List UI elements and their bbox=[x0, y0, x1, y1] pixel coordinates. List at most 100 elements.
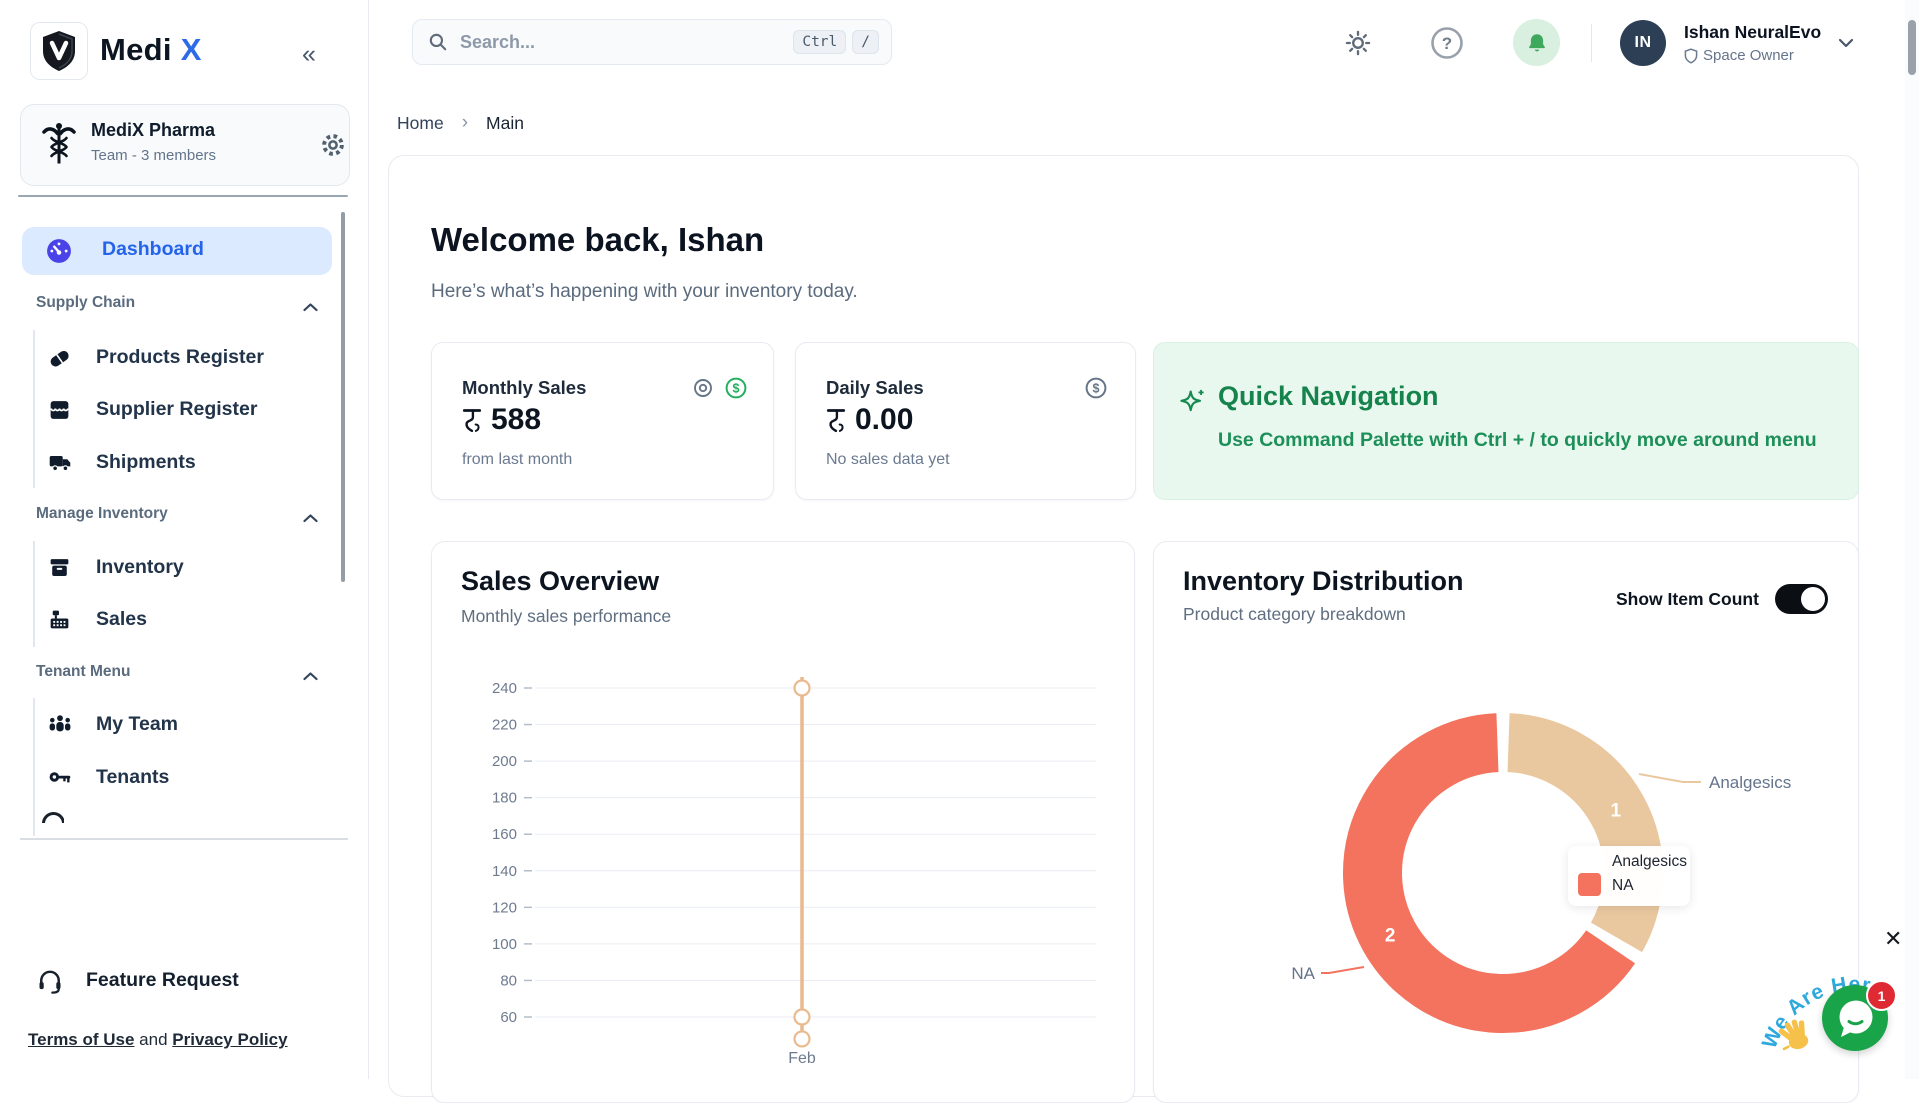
sidebar-collapse-button[interactable]: « bbox=[302, 40, 316, 69]
svg-text:NA: NA bbox=[1291, 964, 1315, 983]
svg-text:$: $ bbox=[1093, 381, 1100, 395]
legal-conjunction: and bbox=[134, 1030, 172, 1049]
stat-value: 588 bbox=[491, 407, 541, 433]
rupee-symbol bbox=[462, 407, 482, 433]
sidebar-item-sales[interactable]: Sales bbox=[46, 603, 147, 635]
role-shield-icon bbox=[1684, 48, 1698, 64]
sidebar-divider-top bbox=[18, 195, 348, 197]
svg-text:120: 120 bbox=[492, 899, 517, 916]
target-icon[interactable] bbox=[692, 377, 714, 404]
stat-value: 0.00 bbox=[855, 407, 913, 433]
search-box[interactable]: Ctrl / bbox=[412, 19, 892, 65]
caduceus-icon bbox=[41, 121, 77, 172]
sidebar-item-label: Shipments bbox=[96, 451, 196, 474]
sidebar: Medi X « MediX Pharma Team - 3 members bbox=[0, 0, 369, 1079]
user-name: Ishan NeuralEvo bbox=[1684, 22, 1821, 43]
breadcrumb-current: Main bbox=[486, 113, 524, 134]
avatar-initials: IN bbox=[1635, 34, 1652, 52]
sidebar-item-products-register[interactable]: Products Register bbox=[46, 341, 264, 373]
sidebar-item-label: Dashboard bbox=[102, 238, 204, 261]
sidebar-item-label: Inventory bbox=[96, 556, 184, 579]
app-logo bbox=[30, 22, 88, 80]
breadcrumb-separator-icon: › bbox=[462, 112, 468, 134]
svg-text:60: 60 bbox=[500, 1009, 517, 1026]
sidebar-item-dashboard[interactable]: Dashboard bbox=[22, 227, 332, 275]
search-icon bbox=[428, 32, 448, 52]
svg-text:2: 2 bbox=[1385, 926, 1396, 947]
search-input[interactable] bbox=[458, 31, 793, 54]
chevron-up-icon[interactable] bbox=[303, 299, 318, 317]
team-meta: Team - 3 members bbox=[91, 147, 216, 164]
svg-text:80: 80 bbox=[500, 972, 517, 989]
notifications-button[interactable] bbox=[1513, 19, 1560, 66]
sales-overview-subtitle: Monthly sales performance bbox=[461, 606, 671, 627]
brand-name: Medi bbox=[100, 32, 172, 67]
terms-of-use-link[interactable]: Terms of Use bbox=[28, 1030, 134, 1049]
page-scrollbar-thumb[interactable] bbox=[1908, 20, 1916, 75]
brand-accent: X bbox=[181, 32, 202, 67]
topbar-divider bbox=[1591, 24, 1592, 62]
section-header-manage-inventory[interactable]: Manage Inventory bbox=[36, 505, 168, 523]
sidebar-item-label: My Team bbox=[96, 713, 178, 736]
user-menu[interactable]: IN Ishan NeuralEvo Space Owner bbox=[1620, 20, 1870, 68]
gauge-icon bbox=[46, 238, 72, 269]
tooltip-title: Analgesics bbox=[1612, 853, 1687, 871]
svg-text:Feb: Feb bbox=[788, 1050, 816, 1067]
sales-overview-chart: 2402202001801601401201008060Feb bbox=[451, 660, 1113, 1079]
sidebar-item-label: Supplier Register bbox=[96, 398, 257, 421]
help-icon[interactable]: ? bbox=[1430, 26, 1464, 65]
monthly-sales-card: Monthly Sales $ 588 from last month bbox=[431, 342, 774, 500]
svg-text:180: 180 bbox=[492, 790, 517, 807]
quick-nav-title: Quick Navigation bbox=[1218, 381, 1439, 412]
inventory-distribution-chart[interactable]: 1 2 Analgesics NA bbox=[1153, 541, 1857, 1079]
chevron-up-icon[interactable] bbox=[303, 510, 318, 528]
sidebar-item-label: Products Register bbox=[96, 346, 264, 369]
kbd-slash: / bbox=[852, 30, 879, 54]
svg-text:?: ? bbox=[1442, 34, 1452, 53]
welcome-title: Welcome back, Ishan bbox=[431, 221, 764, 259]
legal-links: Terms of Use and Privacy Policy bbox=[28, 1030, 288, 1050]
sidebar-scrollbar[interactable] bbox=[341, 212, 345, 582]
clipped-nav-item-icon bbox=[42, 810, 64, 823]
brand-title: Medi X bbox=[100, 32, 202, 68]
page-scrollbar-track[interactable] bbox=[1905, 0, 1919, 1079]
headset-icon bbox=[36, 966, 64, 994]
sparkles-icon bbox=[1178, 387, 1208, 422]
section-header-supply-chain[interactable]: Supply Chain bbox=[36, 294, 135, 312]
bell-icon bbox=[1525, 31, 1549, 55]
avatar: IN bbox=[1620, 20, 1666, 66]
shield-v-logo-icon bbox=[39, 29, 79, 73]
team-settings-gear-icon[interactable] bbox=[319, 131, 347, 164]
svg-text:1: 1 bbox=[1611, 800, 1622, 821]
theme-toggle-sun-icon[interactable] bbox=[1344, 29, 1372, 62]
privacy-policy-link[interactable]: Privacy Policy bbox=[172, 1030, 287, 1049]
chart-tooltip: Analgesics NA bbox=[1568, 846, 1690, 906]
truck-icon bbox=[46, 449, 73, 476]
daily-sales-card: Daily Sales $ 0.00 No sales data yet bbox=[795, 342, 1136, 500]
sidebar-item-supplier-register[interactable]: Supplier Register bbox=[46, 393, 257, 425]
sidebar-item-my-team[interactable]: My Team bbox=[46, 708, 178, 740]
sidebar-item-tenants[interactable]: Tenants bbox=[46, 761, 169, 793]
key-icon bbox=[46, 764, 73, 791]
sidebar-item-shipments[interactable]: Shipments bbox=[46, 446, 196, 478]
svg-text:100: 100 bbox=[492, 936, 517, 953]
feature-request-button[interactable]: Feature Request bbox=[36, 966, 239, 994]
breadcrumb: Home › Main bbox=[397, 112, 524, 134]
section-header-tenant-menu[interactable]: Tenant Menu bbox=[36, 663, 130, 681]
stat-title: Monthly Sales bbox=[462, 377, 586, 399]
store-icon bbox=[46, 396, 73, 423]
svg-text:200: 200 bbox=[492, 753, 517, 770]
team-card[interactable]: MediX Pharma Team - 3 members bbox=[20, 104, 350, 186]
svg-text:160: 160 bbox=[492, 826, 517, 843]
sidebar-item-inventory[interactable]: Inventory bbox=[46, 551, 184, 583]
section-rule bbox=[33, 541, 35, 647]
rupee-symbol bbox=[826, 407, 846, 433]
dollar-circle-icon[interactable]: $ bbox=[724, 376, 748, 405]
stat-caption: from last month bbox=[462, 451, 572, 469]
chevron-up-icon[interactable] bbox=[303, 668, 318, 686]
breadcrumb-home[interactable]: Home bbox=[397, 113, 444, 134]
sidebar-divider-bottom bbox=[20, 838, 348, 840]
team-people-icon bbox=[46, 711, 73, 738]
stat-caption: No sales data yet bbox=[826, 451, 950, 469]
dollar-circle-icon[interactable]: $ bbox=[1084, 376, 1108, 405]
